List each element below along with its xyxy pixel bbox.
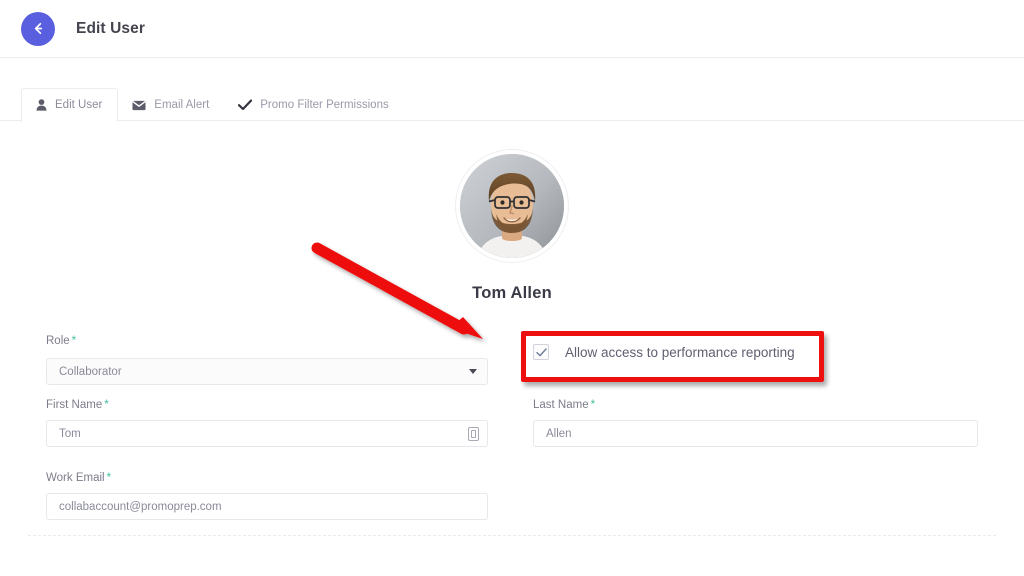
checkmark-icon [535,347,547,356]
first-name-value: Tom [59,427,81,440]
page-title: Edit User [76,19,145,37]
profile-section: Tom Allen [0,150,1024,303]
first-name-input[interactable]: Tom [46,420,488,447]
user-photo [460,154,564,258]
edit-user-page: Edit User Edit User Email Alert Promo Fi… [0,0,1024,576]
envelope-icon [132,100,146,111]
tab-edit-user[interactable]: Edit User [21,88,119,122]
performance-reporting-label: Allow access to performance reporting [565,344,795,360]
last-name-label: Last Name * [533,399,596,411]
tab-bar: Edit User Email Alert Promo Filter Permi… [0,58,1024,122]
chevron-down-icon [469,369,477,374]
required-asterisk: * [104,399,109,411]
required-asterisk: * [71,335,77,347]
role-select[interactable]: Collaborator [46,358,488,385]
arrow-left-icon [31,21,46,36]
tab-email-alert[interactable]: Email Alert [118,89,224,121]
tab-label: Promo Filter Permissions [260,99,389,111]
performance-reporting-checkbox-row[interactable]: Allow access to performance reporting [533,344,795,360]
work-email-value: collabaccount@promoprep.com [59,500,222,513]
work-email-input[interactable]: collabaccount@promoprep.com [46,493,488,520]
tab-label: Email Alert [154,99,210,111]
tab-promo-filter-permissions[interactable]: Promo Filter Permissions [224,89,403,121]
work-email-label: Work Email * [46,472,112,484]
first-name-label: First Name * [46,399,109,411]
user-icon [36,99,47,111]
check-icon [238,99,253,111]
tab-label: Edit User [55,99,103,111]
profile-name: Tom Allen [472,284,552,302]
role-label: Role * [46,335,77,347]
required-asterisk: * [106,472,112,484]
last-name-input[interactable]: Allen [533,420,978,447]
bottom-divider [28,535,996,536]
back-button[interactable] [21,11,55,46]
page-header: Edit User [0,0,1024,58]
last-name-value: Allen [546,427,572,440]
performance-reporting-checkbox[interactable] [533,344,549,360]
avatar[interactable] [456,150,568,262]
role-value: Collaborator [59,365,122,378]
autofill-icon[interactable] [468,426,479,441]
required-asterisk: * [590,399,596,411]
